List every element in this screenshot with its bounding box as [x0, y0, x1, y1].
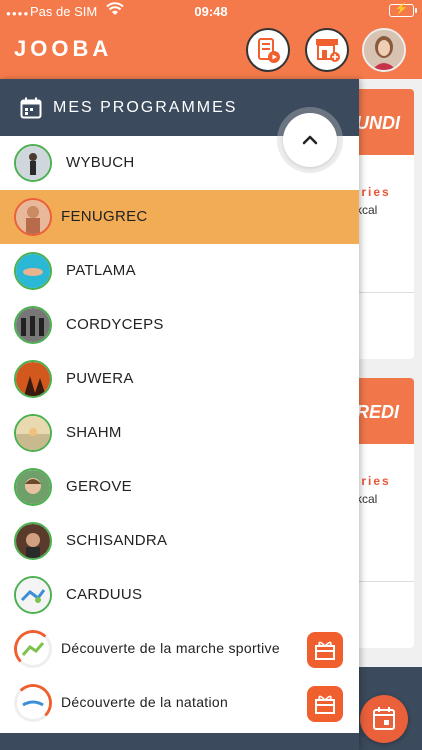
- kcal-value: kcal: [356, 203, 378, 217]
- gift-icon: [315, 695, 335, 714]
- gift-icon: [315, 641, 335, 660]
- program-label: Découverte de la natation: [61, 694, 229, 710]
- gift-button[interactable]: [307, 686, 343, 722]
- program-label: PATLAMA: [66, 262, 136, 279]
- program-label: SCHISANDRA: [66, 532, 168, 549]
- program-item-schisandra[interactable]: SCHISANDRA: [0, 514, 359, 568]
- gift-button[interactable]: [307, 632, 343, 668]
- status-time: 09:48: [194, 4, 228, 19]
- app-logo: JOOBA: [14, 36, 113, 61]
- program-item-shahm[interactable]: SHAHM: [0, 406, 359, 460]
- program-item-fenugrec[interactable]: FENUGREC: [0, 190, 359, 244]
- shop-button[interactable]: [305, 28, 349, 72]
- programs-video-button[interactable]: [246, 28, 290, 72]
- drawer-footer: [0, 733, 359, 750]
- program-label: CARDUUS: [66, 586, 143, 603]
- drawer-title: MES PROGRAMMES: [53, 99, 238, 116]
- program-avatar: [14, 360, 52, 398]
- program-label: CORDYCEPS: [66, 316, 164, 333]
- program-avatar: [14, 414, 52, 452]
- program-label: WYBUCH: [66, 154, 135, 171]
- program-avatar: [14, 306, 52, 344]
- status-bar: ●●●● Pas de SIM 09:48 ⚡: [0, 0, 422, 22]
- program-avatar: [14, 522, 52, 560]
- calendar-icon: [373, 707, 395, 730]
- program-item-gerove[interactable]: GEROVE: [0, 460, 359, 514]
- program-avatar: [14, 630, 52, 668]
- user-photo: [364, 30, 404, 70]
- programs-drawer: MES PROGRAMMES WYBUCH FENUGREC PATLAMA C…: [0, 79, 359, 750]
- chevron-up-icon: [302, 135, 318, 145]
- user-avatar[interactable]: [362, 28, 406, 72]
- shop-add-icon: [316, 39, 340, 62]
- program-avatar: [14, 684, 52, 722]
- program-item-marche-sportive[interactable]: Découverte de la marche sportive: [0, 622, 359, 676]
- program-label: GEROVE: [66, 478, 132, 495]
- program-item-patlama[interactable]: PATLAMA: [0, 244, 359, 298]
- app-header: ●●●● Pas de SIM 09:48 ⚡ JOOBA: [0, 0, 422, 79]
- program-avatar: [14, 144, 52, 182]
- program-avatar: [14, 576, 52, 614]
- program-item-natation[interactable]: Découverte de la natation: [0, 676, 359, 730]
- program-item-puwera[interactable]: PUWERA: [0, 352, 359, 406]
- scroll-up-button[interactable]: [283, 113, 337, 167]
- program-item-cordyceps[interactable]: CORDYCEPS: [0, 298, 359, 352]
- program-avatar: [14, 198, 52, 236]
- program-avatar: [14, 252, 52, 290]
- program-label: PUWERA: [66, 370, 134, 387]
- calendar-icon: [20, 97, 42, 119]
- program-label: Découverte de la marche sportive: [61, 640, 280, 656]
- program-video-icon: [258, 38, 280, 63]
- program-label: FENUGREC: [61, 208, 148, 225]
- program-item-carduus[interactable]: CARDUUS: [0, 568, 359, 622]
- battery-icon: ⚡: [389, 3, 417, 17]
- program-label: SHAHM: [66, 424, 122, 441]
- calendar-fab-button[interactable]: [360, 695, 408, 743]
- program-avatar: [14, 468, 52, 506]
- kcal-value: kcal: [356, 492, 378, 506]
